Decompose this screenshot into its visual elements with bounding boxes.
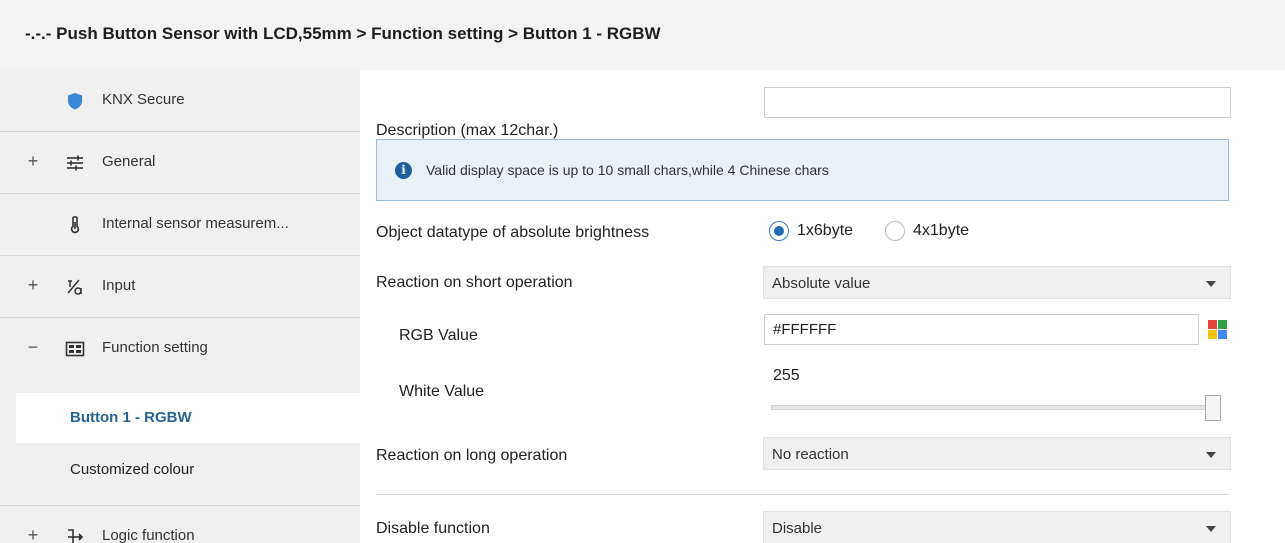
- function-icon: [64, 338, 86, 360]
- sidebar-item-general[interactable]: + General: [0, 132, 360, 194]
- thermometer-icon: [64, 214, 86, 236]
- sidebar-item-label: KNX Secure: [102, 91, 185, 108]
- sidebar-subitem-button-1-rgbw[interactable]: Button 1 - RGBW: [16, 393, 360, 443]
- sidebar-subitem-label: Button 1 - RGBW: [70, 409, 192, 426]
- radio-label: 1x6byte: [797, 222, 854, 239]
- sidebar-item-label: Function setting: [102, 339, 208, 356]
- select-value: Disable: [772, 520, 823, 537]
- info-box: i Valid display space is up to 10 small …: [376, 139, 1229, 201]
- white-value-slider-track[interactable]: [771, 405, 1221, 410]
- sidebar-item-internal-sensor[interactable]: Internal sensor measurem...: [0, 194, 360, 256]
- radio-label: 4x1byte: [913, 222, 970, 239]
- sidebar-item-function-setting[interactable]: − Function setting: [0, 318, 360, 380]
- shield-icon: [64, 90, 86, 112]
- collapse-icon[interactable]: −: [26, 337, 40, 357]
- logic-icon: [64, 526, 86, 543]
- chevron-down-icon: [1206, 452, 1216, 458]
- select-value: No reaction: [772, 446, 849, 463]
- select-value: Absolute value: [772, 275, 871, 292]
- white-value-label: White Value: [399, 383, 485, 400]
- info-text: Valid display space is up to 10 small ch…: [426, 162, 829, 178]
- sidebar-item-label: Internal sensor measurem...: [102, 215, 289, 232]
- datatype-label: Object datatype of absolute brightness: [376, 224, 650, 241]
- chevron-down-icon: [1206, 526, 1216, 532]
- disable-function-label: Disable function: [376, 520, 490, 537]
- sidebar-subitem-label: Customized colour: [70, 461, 195, 478]
- long-operation-select[interactable]: No reaction: [763, 437, 1231, 470]
- radio-indicator[interactable]: [885, 221, 905, 241]
- white-value-slider-thumb[interactable]: [1205, 395, 1221, 421]
- sidebar-item-logic-function[interactable]: + Logic function: [0, 505, 360, 543]
- disable-function-select[interactable]: Disable: [763, 511, 1231, 543]
- title-bar: -.-.- Push Button Sensor with LCD,55mm >…: [0, 0, 1285, 70]
- divider: [376, 494, 1229, 495]
- sliders-icon: [64, 152, 86, 174]
- sidebar-item-label: General: [102, 153, 156, 170]
- input-icon: [64, 276, 86, 298]
- parameter-panel: Description (max 12char.) i Valid displa…: [360, 70, 1285, 543]
- description-input[interactable]: [764, 87, 1231, 118]
- expand-icon[interactable]: +: [26, 275, 40, 295]
- sidebar: KNX Secure + General Internal sensor mea…: [0, 70, 360, 543]
- sidebar-item-label: Logic function: [102, 527, 195, 543]
- white-value-readout: 255: [773, 367, 800, 384]
- expand-icon[interactable]: +: [26, 151, 40, 171]
- breadcrumb-title: -.-.- Push Button Sensor with LCD,55mm >…: [25, 24, 661, 43]
- rgb-value-input[interactable]: [764, 314, 1199, 345]
- description-label: Description (max 12char.): [376, 122, 559, 139]
- short-operation-label: Reaction on short operation: [376, 274, 573, 291]
- expand-icon[interactable]: +: [26, 525, 40, 543]
- sidebar-item-input[interactable]: + Input: [0, 256, 360, 318]
- sidebar-subitem-customized-colour[interactable]: Customized colour: [0, 445, 360, 495]
- long-operation-label: Reaction on long operation: [376, 447, 568, 464]
- short-operation-select[interactable]: Absolute value: [763, 266, 1231, 299]
- color-picker-icon[interactable]: [1208, 320, 1227, 339]
- radio-selected-indicator[interactable]: [769, 221, 789, 241]
- chevron-down-icon: [1206, 281, 1216, 287]
- sidebar-item-knx-secure[interactable]: KNX Secure: [0, 70, 360, 132]
- info-icon: i: [395, 162, 412, 179]
- sidebar-item-label: Input: [102, 277, 136, 294]
- rgb-value-label: RGB Value: [399, 327, 478, 344]
